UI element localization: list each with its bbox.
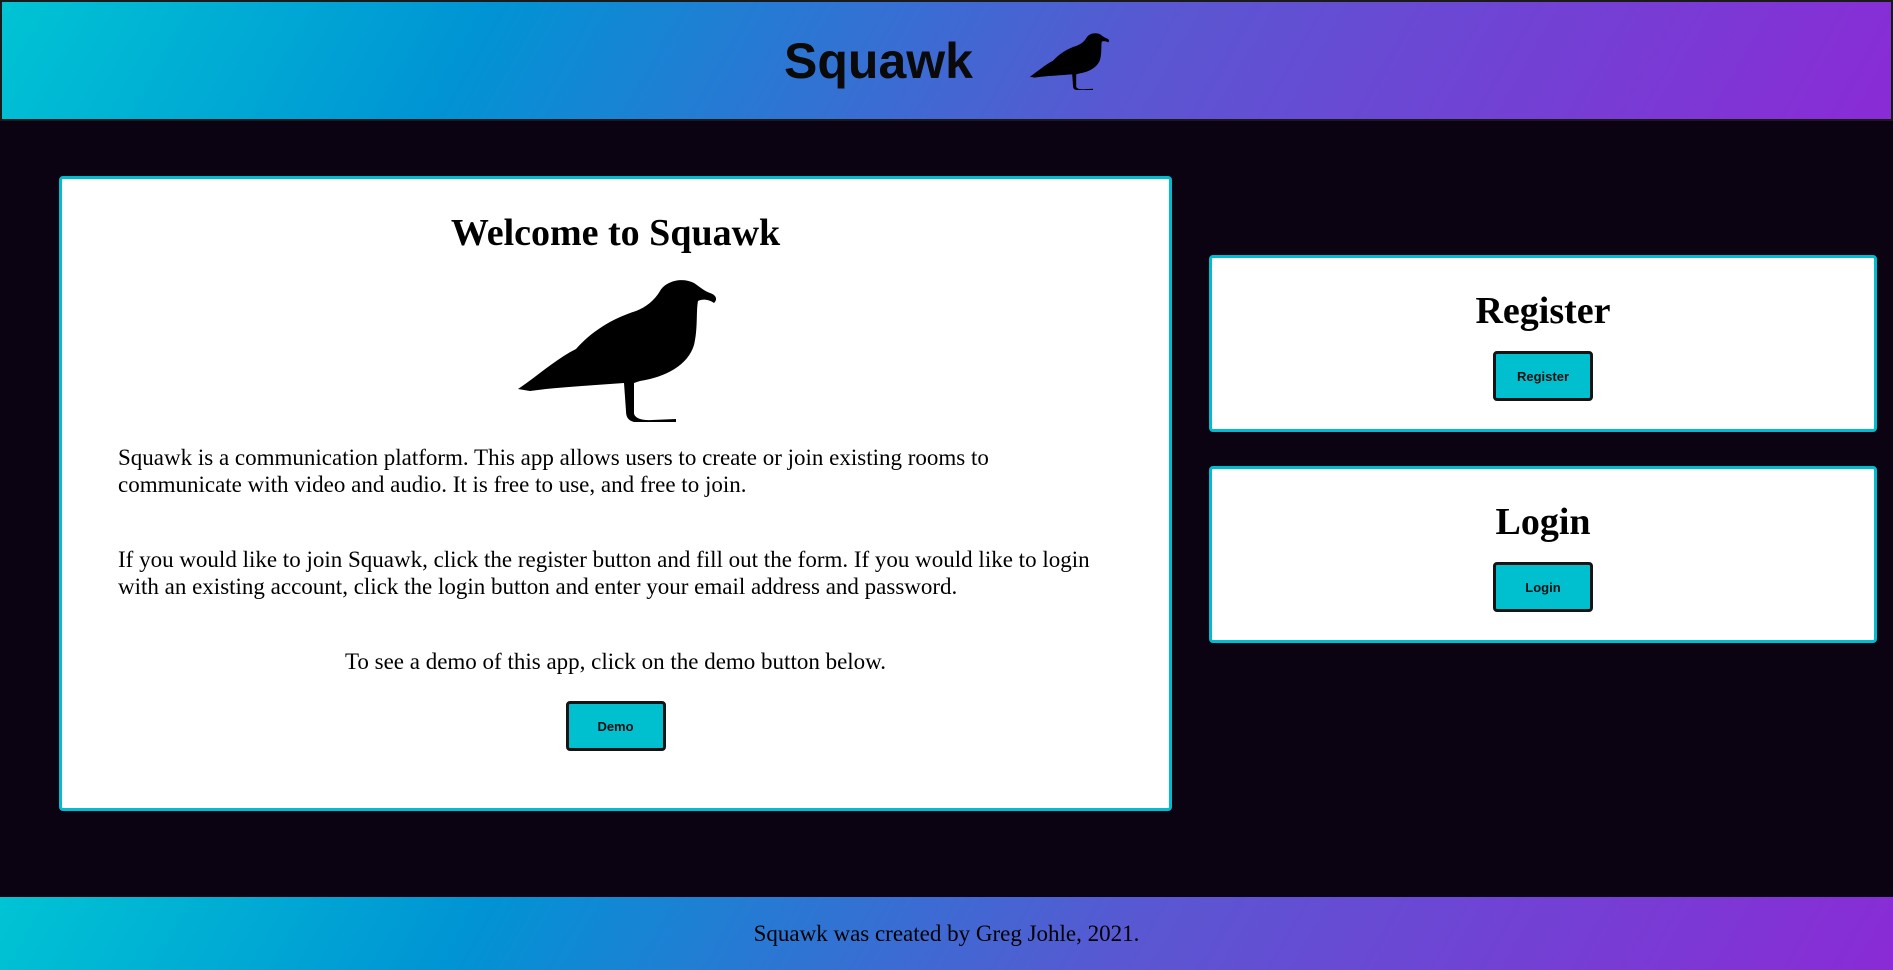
demo-paragraph: To see a demo of this app, click on the … — [344, 649, 887, 674]
app-header: Squawk — [0, 0, 1893, 121]
login-panel: Login Login — [1209, 466, 1877, 643]
welcome-heading: Welcome to Squawk — [450, 212, 781, 254]
footer-credit: Squawk was created by Greg Johle, 2021. — [753, 920, 1140, 946]
demo-button[interactable]: Demo — [565, 701, 666, 751]
welcome-panel: Welcome to Squawk Squawk is a communicat… — [59, 176, 1172, 811]
intro-paragraph: Squawk is a communication platform. This… — [118, 445, 989, 497]
instructions-paragraph: If you would like to join Squawk, click … — [118, 547, 1090, 599]
seagull-icon — [513, 277, 719, 422]
login-button[interactable]: Login — [1493, 562, 1593, 612]
login-heading: Login — [1495, 501, 1591, 543]
seagull-icon — [1029, 32, 1109, 90]
register-button[interactable]: Register — [1493, 351, 1593, 401]
app-title: Squawk — [784, 32, 973, 89]
register-panel: Register Register — [1209, 255, 1877, 432]
register-heading: Register — [1475, 290, 1611, 332]
app-footer: Squawk was created by Greg Johle, 2021. — [0, 897, 1893, 970]
